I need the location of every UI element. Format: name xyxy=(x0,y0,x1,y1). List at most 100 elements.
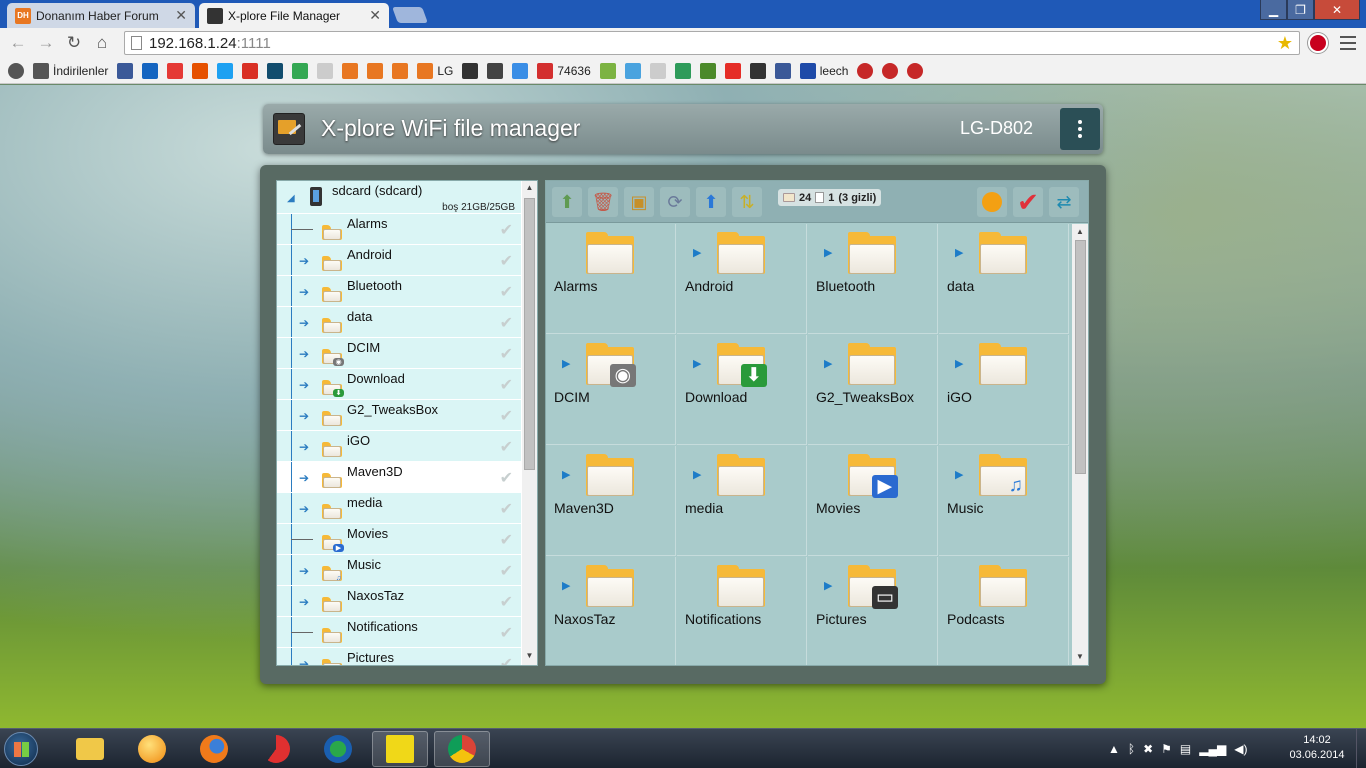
ccleaner-taskbar-icon[interactable] xyxy=(248,731,304,767)
select-check-icon[interactable]: ✔ xyxy=(500,344,513,364)
expand-arrow-icon[interactable]: ▶ xyxy=(824,357,832,370)
tree-item[interactable]: ▶ Movies ✔ xyxy=(277,523,521,555)
expand-arrow-icon[interactable]: ➔ xyxy=(299,564,309,578)
tree-item[interactable]: ➔ ⬇ Download ✔ xyxy=(277,368,521,400)
select-check-icon[interactable]: ✔ xyxy=(500,251,513,271)
expand-arrow-icon[interactable]: ▶ xyxy=(693,357,701,370)
address-bar[interactable]: 192.168.1.24:1111 ★ xyxy=(124,31,1300,55)
bookmark-dh[interactable] xyxy=(392,62,409,79)
tray-expand-icon[interactable]: ▲ xyxy=(1108,742,1120,756)
scroll-thumb[interactable] xyxy=(524,198,535,470)
expand-arrow-icon[interactable]: ▶ xyxy=(562,468,570,481)
scroll-down-icon[interactable]: ▼ xyxy=(1072,652,1088,661)
bookmark-fire[interactable] xyxy=(167,62,184,79)
bookmark-star-icon[interactable]: ★ xyxy=(1277,33,1293,54)
download-manager-taskbar-icon[interactable] xyxy=(310,731,366,767)
tree-item[interactable]: ➔ NaxosTaz ✔ xyxy=(277,585,521,617)
expand-arrow-icon[interactable]: ▶ xyxy=(693,468,701,481)
file-explorer-taskbar-icon[interactable] xyxy=(62,731,118,767)
tree-root-sdcard[interactable]: ◢ sdcard (sdcard) boş 21GB/25GB xyxy=(277,181,521,213)
grid-folder[interactable]: ▶ ♫ Music xyxy=(939,446,1069,556)
bookmark-bolt[interactable] xyxy=(192,62,209,79)
grid-folder[interactable]: ▶ Movies xyxy=(808,446,938,556)
expand-arrow-icon[interactable]: ➔ xyxy=(299,440,309,454)
start-button[interactable] xyxy=(4,732,38,766)
select-check-icon[interactable]: ✔ xyxy=(500,499,513,519)
upload-icon[interactable]: ⬆ xyxy=(696,187,726,217)
new-tab-button[interactable] xyxy=(392,7,428,23)
grid-folder[interactable]: ▶ ⬇ Download xyxy=(677,335,807,445)
bookmark-gmail[interactable] xyxy=(242,62,259,79)
bookmark-dh[interactable] xyxy=(342,62,359,79)
select-check-icon[interactable]: ✔ xyxy=(500,375,513,395)
download-icon[interactable]: ⇅ xyxy=(732,187,762,217)
tree-item[interactable]: ➔ data ✔ xyxy=(277,306,521,338)
bookmark-apps[interactable] xyxy=(8,62,24,79)
grid-folder[interactable]: Alarms xyxy=(546,224,676,334)
tree-item[interactable]: ➔ G2_TweaksBox ✔ xyxy=(277,399,521,431)
bookmark-m[interactable] xyxy=(142,62,159,79)
tab-donanim-haber[interactable]: DH Donanım Haber Forum ✕ xyxy=(7,3,195,28)
grid-scrollbar[interactable]: ▲ ▼ xyxy=(1072,224,1088,665)
grid-folder[interactable]: ▶ Bluetooth xyxy=(808,224,938,334)
tree-item[interactable]: ➔ ◉ DCIM ✔ xyxy=(277,337,521,369)
bookmark-page[interactable] xyxy=(649,62,666,79)
clock[interactable]: 14:02 03.06.2014 xyxy=(1286,733,1348,763)
select-none-button[interactable] xyxy=(977,187,1007,217)
show-desktop-button[interactable] xyxy=(1356,729,1366,768)
bookmark-huawei[interactable]: 74636 xyxy=(537,62,591,79)
grid-folder[interactable]: ▶ iGO xyxy=(939,335,1069,445)
expand-arrow-icon[interactable]: ➔ xyxy=(299,657,309,665)
expand-arrow-icon[interactable]: ▶ xyxy=(693,246,701,259)
bookmark-swirl[interactable] xyxy=(674,62,691,79)
bookmark-facebook[interactable] xyxy=(117,62,134,79)
tree-item[interactable]: Notifications ✔ xyxy=(277,616,521,648)
orange-app-taskbar-icon[interactable] xyxy=(124,731,180,767)
select-check-icon[interactable]: ✔ xyxy=(500,623,513,643)
forward-icon[interactable]: → xyxy=(32,33,60,53)
bookmark-twitter[interactable] xyxy=(217,62,234,79)
grid-folder[interactable]: ▶ Maven3D xyxy=(546,446,676,556)
expand-arrow-icon[interactable]: ▶ xyxy=(824,579,832,592)
tree-item[interactable]: ➔ Android ✔ xyxy=(277,244,521,276)
scroll-thumb[interactable] xyxy=(1075,240,1086,474)
maximize-icon[interactable]: ❐ xyxy=(1287,0,1314,20)
avast-taskbar-icon[interactable] xyxy=(372,731,428,767)
grid-folder[interactable]: ▶ data xyxy=(939,224,1069,334)
device-icon[interactable]: ▤ xyxy=(1180,742,1191,756)
back-icon[interactable]: ← xyxy=(4,33,32,53)
select-check-icon[interactable]: ✔ xyxy=(500,313,513,333)
tree-item[interactable]: ➔ media ✔ xyxy=(277,492,521,524)
tree-item[interactable]: ➔ iGO ✔ xyxy=(277,430,521,462)
rename-icon[interactable]: ⟳ xyxy=(660,187,690,217)
expand-arrow-icon[interactable]: ▶ xyxy=(562,579,570,592)
tree-item[interactable]: ➔ Bluetooth ✔ xyxy=(277,275,521,307)
select-check-icon[interactable]: ✔ xyxy=(500,530,513,550)
bookmark-youtube[interactable] xyxy=(724,62,741,79)
more-menu-button[interactable] xyxy=(1060,108,1100,150)
expand-arrow-icon[interactable]: ➔ xyxy=(299,502,309,516)
bookmark-dh[interactable] xyxy=(367,62,384,79)
delete-icon[interactable]: 🗑 xyxy=(588,187,618,217)
select-all-check-icon[interactable]: ✔ xyxy=(1013,187,1043,217)
reload-icon[interactable]: ↻ xyxy=(60,33,88,53)
up-level-button[interactable]: ⬆ xyxy=(552,187,582,217)
expand-arrow-icon[interactable]: ➔ xyxy=(299,471,309,485)
scroll-down-icon[interactable]: ▼ xyxy=(522,651,537,660)
bookmark-drop[interactable] xyxy=(512,62,529,79)
volume-icon[interactable]: ◀) xyxy=(1234,742,1247,756)
select-check-icon[interactable]: ✔ xyxy=(500,406,513,426)
bookmark-play-store[interactable] xyxy=(292,62,309,79)
bookmark-landscape[interactable] xyxy=(699,62,716,79)
close-window-icon[interactable]: ✕ xyxy=(1314,0,1360,20)
refresh-icon[interactable]: ⇄ xyxy=(1049,187,1079,217)
expand-arrow-icon[interactable]: ➔ xyxy=(299,378,309,392)
tree-item[interactable]: Alarms ✔ xyxy=(277,213,521,245)
select-check-icon[interactable]: ✔ xyxy=(500,468,513,488)
grid-folder[interactable]: ▶ NaxosTaz xyxy=(546,557,676,665)
select-check-icon[interactable]: ✔ xyxy=(500,561,513,581)
bookmark-ladybug[interactable] xyxy=(907,62,924,79)
tree-item[interactable]: ➔ Maven3D ✔ xyxy=(277,461,521,493)
signal-icon[interactable]: ▂▄▆ xyxy=(1199,742,1226,756)
expand-arrow-icon[interactable]: ➔ xyxy=(299,595,309,609)
